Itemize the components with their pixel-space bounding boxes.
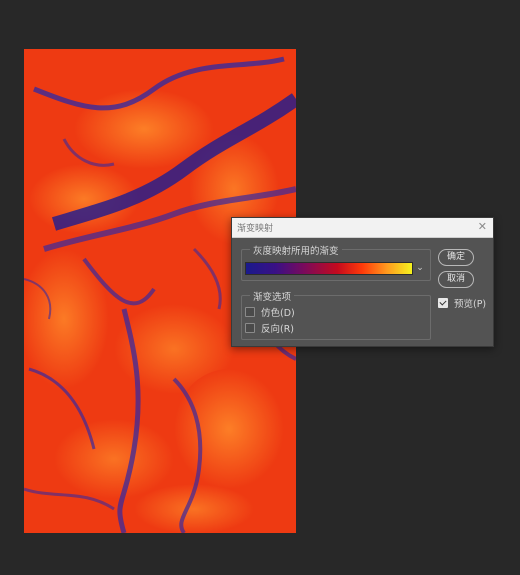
ok-button[interactable]: 确定 [438, 249, 474, 266]
preview-option[interactable]: 预览(P) [438, 296, 486, 310]
dither-checkbox[interactable] [245, 306, 255, 317]
gradient-options-group: 渐变选项 仿色(D) 反向(R) [241, 289, 431, 340]
dialog-title: 渐变映射 [237, 224, 274, 234]
dither-option[interactable]: 仿色(D) [245, 305, 295, 319]
dither-label: 仿色(D) [261, 307, 295, 319]
gradient-map-dialog: 渐变映射 ✕ 灰度映射所用的渐变 ⌄ 渐变选项 仿色(D) 反向(R) 确定 取… [231, 217, 494, 347]
reverse-checkbox[interactable] [245, 322, 255, 333]
reverse-label: 反向(R) [261, 323, 295, 335]
chevron-down-icon[interactable]: ⌄ [414, 262, 426, 274]
preview-label: 预览(P) [454, 299, 487, 310]
preview-checkbox[interactable] [438, 298, 448, 308]
gradient-group-label: 灰度映射所用的渐变 [250, 243, 342, 257]
cancel-button[interactable]: 取消 [438, 271, 474, 288]
gradient-preview-bar[interactable] [245, 262, 413, 275]
reverse-option[interactable]: 反向(R) [245, 321, 295, 335]
close-icon[interactable]: ✕ [478, 220, 487, 234]
dialog-titlebar[interactable]: 渐变映射 ✕ [232, 218, 493, 238]
gradient-group: 灰度映射所用的渐变 ⌄ [241, 243, 431, 281]
options-group-label: 渐变选项 [250, 289, 295, 303]
